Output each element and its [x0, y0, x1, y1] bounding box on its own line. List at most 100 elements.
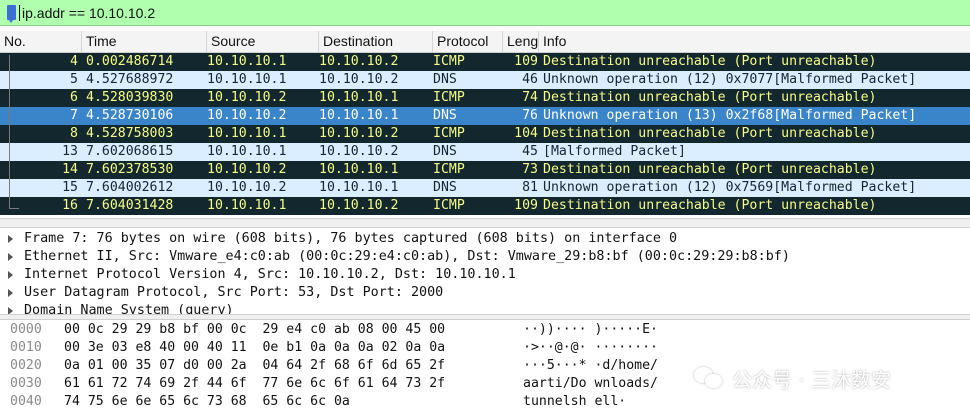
- packet-src: 10.10.10.2: [207, 180, 287, 195]
- packet-time: 7.604002612: [86, 180, 174, 195]
- packet-src: 10.10.10.1: [207, 54, 287, 69]
- packet-list: 4 0.002486714 10.10.10.1 10.10.10.2 ICMP 109 D…: [0, 53, 970, 215]
- column-header-no[interactable]: No.: [0, 31, 82, 52]
- hex-bytes[interactable]: 00 0c 29 29 b8 bf 00 0c 29 e4 c0 ab 08 0…: [64, 321, 445, 339]
- packet-proto: ICMP: [433, 126, 465, 141]
- hex-row: 0010 00 3e 03 e8 40 00 40 11 0e b1 0a 0a …: [0, 339, 970, 357]
- detail-tree-item[interactable]: User Datagram Protocol, Src Port: 53, Ds…: [0, 284, 970, 302]
- detail-tree-item[interactable]: Domain Name System (query): [0, 302, 970, 314]
- hex-ascii[interactable]: aarti/Do wnloads/: [523, 375, 658, 393]
- packet-src: 10.10.10.1: [207, 72, 287, 87]
- packet-row[interactable]: 7 4.528730106 10.10.10.2 10.10.10.1 DNS 76 Unk…: [0, 107, 970, 125]
- column-header-source[interactable]: Source: [207, 31, 319, 52]
- packet-row[interactable]: 16 7.604031428 10.10.10.1 10.10.10.2 ICMP 109…: [0, 197, 970, 215]
- hex-ascii[interactable]: tunnelsh ell·: [523, 393, 626, 411]
- packet-dst: 10.10.10.2: [319, 54, 399, 69]
- column-header-length[interactable]: Leng: [503, 31, 539, 52]
- hex-ascii[interactable]: ·>··@·@· ········: [523, 339, 658, 357]
- hex-offset[interactable]: 0020: [10, 357, 42, 375]
- detail-tree-item[interactable]: Internet Protocol Version 4, Src: 10.10.…: [0, 266, 970, 284]
- packet-length: 74: [522, 90, 538, 105]
- packet-length: 109: [514, 198, 538, 213]
- pane-splitter[interactable]: [0, 218, 970, 228]
- expand-arrow-icon[interactable]: [8, 307, 13, 314]
- packet-row[interactable]: 8 4.528758003 10.10.10.1 10.10.10.2 ICMP 104 D…: [0, 125, 970, 143]
- expand-arrow-icon[interactable]: [8, 289, 13, 297]
- packet-length: 81: [522, 180, 538, 195]
- bookmark-icon[interactable]: [7, 5, 16, 23]
- packet-time: 4.528730106: [86, 108, 174, 123]
- packet-time: 7.604031428: [86, 198, 174, 213]
- hex-bytes[interactable]: 00 3e 03 e8 40 00 40 11 0e b1 0a 0a 0a 0…: [64, 339, 445, 357]
- packet-details-pane: Frame 7: 76 bytes on wire (608 bits), 76…: [0, 228, 970, 314]
- hex-ascii[interactable]: ···5···* ·d/home/: [523, 357, 658, 375]
- packet-dst: 10.10.10.1: [319, 162, 399, 177]
- column-header-destination[interactable]: Destination: [319, 31, 433, 52]
- detail-text: Internet Protocol Version 4, Src: 10.10.…: [24, 267, 516, 282]
- hex-bytes[interactable]: 0a 01 00 35 07 d0 00 2a 04 64 2f 68 6f 6…: [64, 357, 445, 375]
- hex-offset[interactable]: 0010: [10, 339, 42, 357]
- packet-time: 4.527688972: [86, 72, 174, 87]
- packet-time: 4.528039830: [86, 90, 174, 105]
- packet-src: 10.10.10.2: [207, 162, 287, 177]
- packet-proto: DNS: [433, 180, 457, 195]
- packet-no: 7: [70, 108, 78, 123]
- packet-no: 5: [70, 72, 78, 87]
- packet-proto: DNS: [433, 108, 457, 123]
- packet-length: 46: [522, 72, 538, 87]
- packet-info: Unknown operation (12) 0x7569[Malformed …: [543, 180, 917, 195]
- packet-no: 13: [62, 144, 78, 159]
- packet-row[interactable]: 15 7.604002612 10.10.10.2 10.10.10.1 DNS 81 Un…: [0, 179, 970, 197]
- packet-info: Destination unreachable (Port unreachabl…: [543, 126, 877, 141]
- hex-offset[interactable]: 0040: [10, 393, 42, 411]
- column-header-time[interactable]: Time: [82, 31, 207, 52]
- packet-info: Destination unreachable (Port unreachabl…: [543, 90, 877, 105]
- expand-arrow-icon[interactable]: [8, 271, 13, 279]
- packet-row[interactable]: 13 7.602068615 10.10.10.1 10.10.10.2 DNS 45 [M…: [0, 143, 970, 161]
- packet-proto: DNS: [433, 72, 457, 87]
- packet-info: Destination unreachable (Port unreachabl…: [543, 198, 877, 213]
- detail-tree-item[interactable]: Frame 7: 76 bytes on wire (608 bits), 76…: [0, 230, 970, 248]
- packet-time: 7.602068615: [86, 144, 174, 159]
- packet-src: 10.10.10.1: [207, 126, 287, 141]
- packet-src: 10.10.10.1: [207, 144, 287, 159]
- column-header-info[interactable]: Info: [539, 31, 970, 52]
- packet-length: 73: [522, 162, 538, 177]
- display-filter-input[interactable]: ip.addr == 10.10.10.2: [19, 3, 922, 23]
- packet-row[interactable]: 6 4.528039830 10.10.10.2 10.10.10.1 ICMP 74 De…: [0, 89, 970, 107]
- expand-arrow-icon[interactable]: [8, 253, 13, 261]
- packet-info: Unknown operation (12) 0x7077[Malformed …: [543, 72, 917, 87]
- packet-length: 109: [514, 54, 538, 69]
- detail-text: User Datagram Protocol, Src Port: 53, Ds…: [24, 285, 444, 300]
- hex-offset[interactable]: 0030: [10, 375, 42, 393]
- packet-no: 16: [62, 198, 78, 213]
- packet-row[interactable]: 5 4.527688972 10.10.10.1 10.10.10.2 DNS 46 Unk…: [0, 71, 970, 89]
- hex-offset[interactable]: 0000: [10, 321, 42, 339]
- packet-dst: 10.10.10.2: [319, 72, 399, 87]
- detail-tree-item[interactable]: Ethernet II, Src: Vmware_e4:c0:ab (00:0c…: [0, 248, 970, 266]
- watermark: 公众号 · 三沐数安: [694, 362, 891, 394]
- column-header-protocol[interactable]: Protocol: [433, 31, 503, 52]
- packet-dst: 10.10.10.2: [319, 126, 399, 141]
- packet-proto: ICMP: [433, 90, 465, 105]
- wechat-logo-icon: [694, 365, 724, 391]
- hex-bytes[interactable]: 61 61 72 74 69 2f 44 6f 77 6e 6c 6f 61 6…: [64, 375, 445, 393]
- packet-proto: ICMP: [433, 54, 465, 69]
- packet-row[interactable]: 14 7.602378530 10.10.10.2 10.10.10.1 ICMP 73 D…: [0, 161, 970, 179]
- conversation-bracket-end: [9, 208, 19, 209]
- hex-ascii[interactable]: ··))···· )·····E·: [523, 321, 658, 339]
- packet-info: Destination unreachable (Port unreachabl…: [543, 54, 877, 69]
- watermark-text: 公众号 · 三沐数安: [732, 367, 892, 392]
- packet-src: 10.10.10.1: [207, 198, 287, 213]
- packet-dst: 10.10.10.2: [319, 198, 399, 213]
- packet-info: [Malformed Packet]: [543, 144, 686, 159]
- packet-length: 104: [514, 126, 538, 141]
- packet-no: 4: [70, 54, 78, 69]
- hex-bytes[interactable]: 74 75 6e 6e 65 6c 73 68 65 6c 6c 0a: [64, 393, 350, 411]
- packet-no: 15: [62, 180, 78, 195]
- hex-row: 0000 00 0c 29 29 b8 bf 00 0c 29 e4 c0 ab …: [0, 321, 970, 339]
- packet-dst: 10.10.10.2: [319, 144, 399, 159]
- expand-arrow-icon[interactable]: [8, 235, 13, 243]
- packet-src: 10.10.10.2: [207, 90, 287, 105]
- packet-row[interactable]: 4 0.002486714 10.10.10.1 10.10.10.2 ICMP 109 D…: [0, 53, 970, 71]
